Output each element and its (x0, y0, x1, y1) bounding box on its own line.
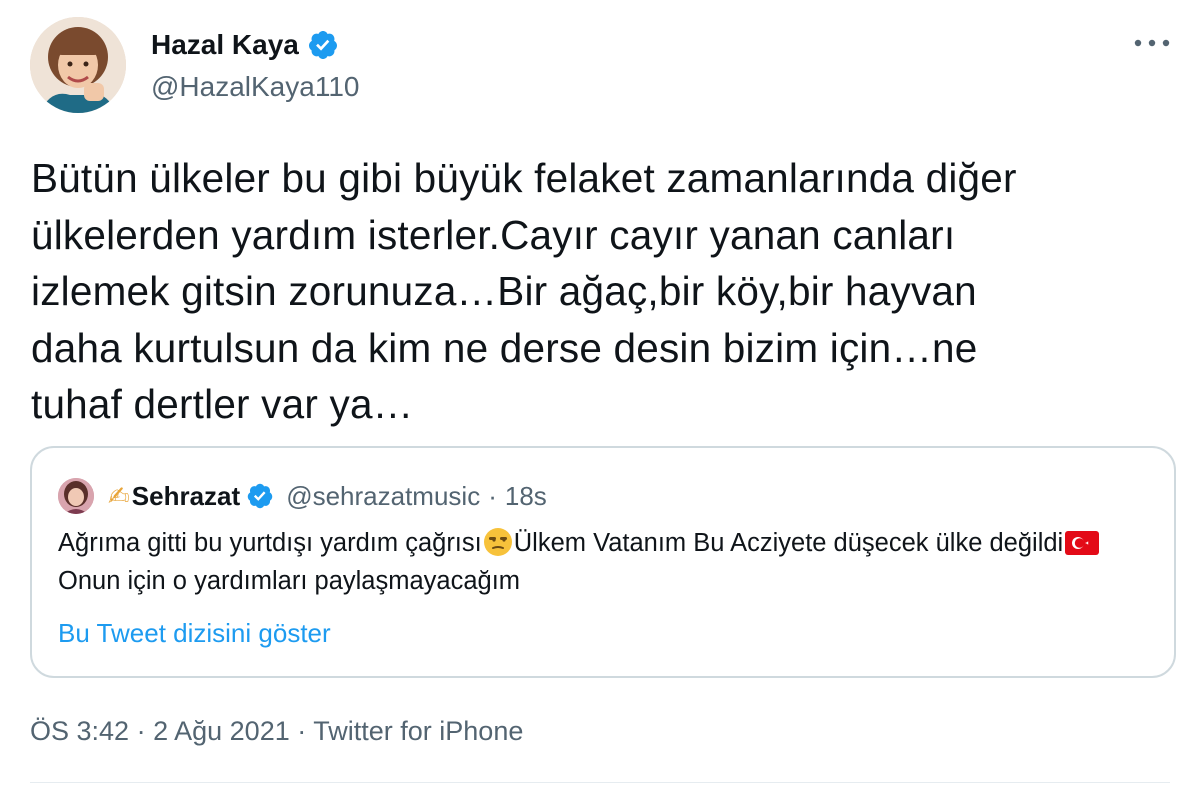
quoted-author-handle[interactable]: @sehrazatmusic (286, 481, 480, 512)
quoted-text-part-2: Ülkem Vatanım Bu Acziyete düşecek ülke d… (513, 529, 1064, 557)
turkey-flag-icon (1065, 531, 1100, 555)
tweet-date[interactable]: 2 Ağu 2021 (153, 716, 290, 746)
unamused-face-icon (483, 528, 512, 556)
separator-dot: · (297, 716, 307, 746)
tweet-time[interactable]: ÖS 3:42 (30, 716, 129, 746)
quoted-author-avatar[interactable] (58, 478, 94, 514)
quoted-tweet-header: ✍ Sehrazat @sehrazatmusic · 18s (108, 478, 547, 514)
quoted-text-part-1: Ağrıma gitti bu yurtdışı yardım çağrısı (58, 529, 482, 557)
more-options-button[interactable] (1132, 28, 1172, 58)
quoted-tweet-text: Ağrıma gitti bu yurtdışı yardım çağrısı … (58, 524, 1158, 600)
divider (30, 782, 1170, 783)
quoted-text-part-3: Onun için o yardımları paylaşmayacağım (58, 567, 521, 595)
author-avatar[interactable] (30, 17, 126, 113)
author-name-label: Hazal Kaya (151, 29, 299, 60)
show-thread-link[interactable]: Bu Tweet dizisini göster (58, 616, 331, 650)
author-handle[interactable]: @HazalKaya110 (151, 70, 359, 104)
writing-hand-icon: ✍ (108, 480, 130, 511)
tweet-text: Bütün ülkeler bu gibi büyük felaket zama… (31, 155, 1017, 427)
quoted-tweet[interactable]: ✍ Sehrazat @sehrazatmusic · 18s Ağrıma g… (30, 446, 1176, 678)
tweet-meta: ÖS 3:42 · 2 Ağu 2021 · Twitter for iPhon… (30, 714, 523, 748)
tweet-source[interactable]: Twitter for iPhone (313, 716, 523, 746)
verified-badge-icon (308, 31, 337, 59)
quoted-author-name[interactable]: Sehrazat (132, 481, 240, 512)
more-dots-icon (1134, 39, 1170, 47)
verified-badge-icon (247, 483, 273, 509)
author-name[interactable]: Hazal Kaya (151, 28, 339, 62)
separator-dot: · (488, 480, 497, 511)
quoted-tweet-time[interactable]: 18s (505, 481, 547, 512)
separator-dot: · (136, 716, 146, 746)
tweet-card: Hazal Kaya @HazalKaya110 Bütün ülkeler b… (0, 0, 1200, 785)
